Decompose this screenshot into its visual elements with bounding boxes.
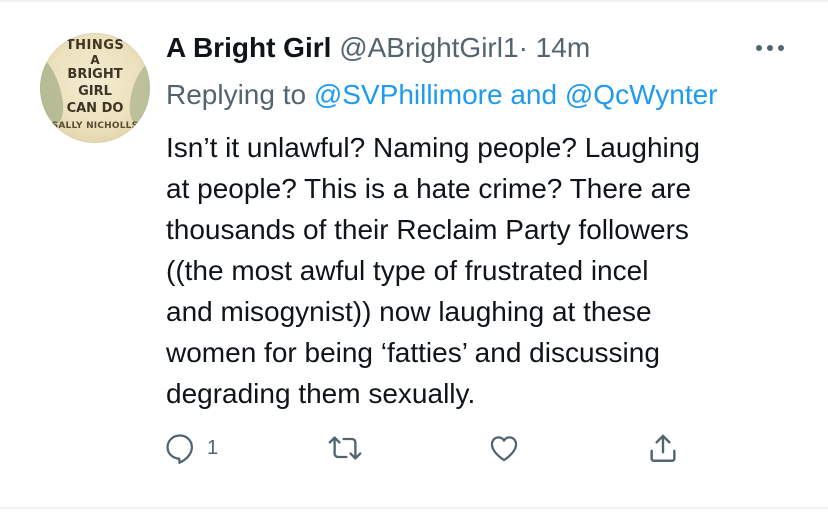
avatar-cover-text: SALLY NICHOLLS [51,121,139,131]
tweet-text-line: ((the most awful type of frustrated ince… [166,255,649,286]
more-icon [756,45,784,51]
author-display-name[interactable]: A Bright Girl [166,32,331,63]
tweet-text-line: and misogynist)) now laughing at these [166,296,652,327]
avatar-cover-text: GIRL [78,84,112,99]
share-icon [650,434,676,462]
reply-icon [166,434,194,464]
like-button[interactable] [487,428,521,468]
like-icon [490,436,518,462]
tweet-header: A Bright Girl @ABrightGirl1· 14m [166,30,590,66]
tweet-text-line: at people? This is a hate crime? There a… [166,173,692,204]
bottom-divider [0,507,828,509]
tweet-text-line: Isn’t it unlawful? Naming people? Laughi… [166,132,700,163]
avatar-cover-text: THINGS [65,38,125,53]
retweet-button[interactable] [327,428,363,468]
replying-to-line: Replying to @SVPhillimore and @QcWynter [166,77,718,113]
replying-to-conjunction: and [510,79,558,110]
reply-button[interactable]: 1 [163,428,218,468]
tweet-timestamp[interactable]: 14m [536,32,590,63]
avatar-cover-text: A [90,53,100,67]
tweet-text-line: degrading them sexually. [166,378,476,409]
avatar-cover-text: BRIGHT [67,67,123,82]
avatar-cover-text: CAN DO [66,101,124,116]
tweet-text-line: women for being ‘fatties’ and discussing [166,337,660,368]
reply-count: 1 [207,436,219,459]
share-button[interactable] [646,428,680,468]
retweet-icon [328,436,362,460]
mention-link[interactable]: @SVPhillimore [314,79,503,110]
tweet-screen: THINGS A BRIGHT GIRL CAN DO SALLY NICHOL… [0,0,828,519]
meta-separator: · [518,32,528,63]
avatar[interactable]: THINGS A BRIGHT GIRL CAN DO SALLY NICHOL… [40,33,150,143]
more-options-button[interactable] [752,34,788,62]
top-divider [0,0,828,2]
tweet-text: Isn’t it unlawful? Naming people? Laughi… [166,127,806,414]
tweet-text-line: thousands of their Reclaim Party followe… [166,214,689,245]
replying-to-label: Replying to [166,79,307,110]
mention-link[interactable]: @QcWynter [565,79,718,110]
author-handle[interactable]: @ABrightGirl1 [339,32,518,63]
